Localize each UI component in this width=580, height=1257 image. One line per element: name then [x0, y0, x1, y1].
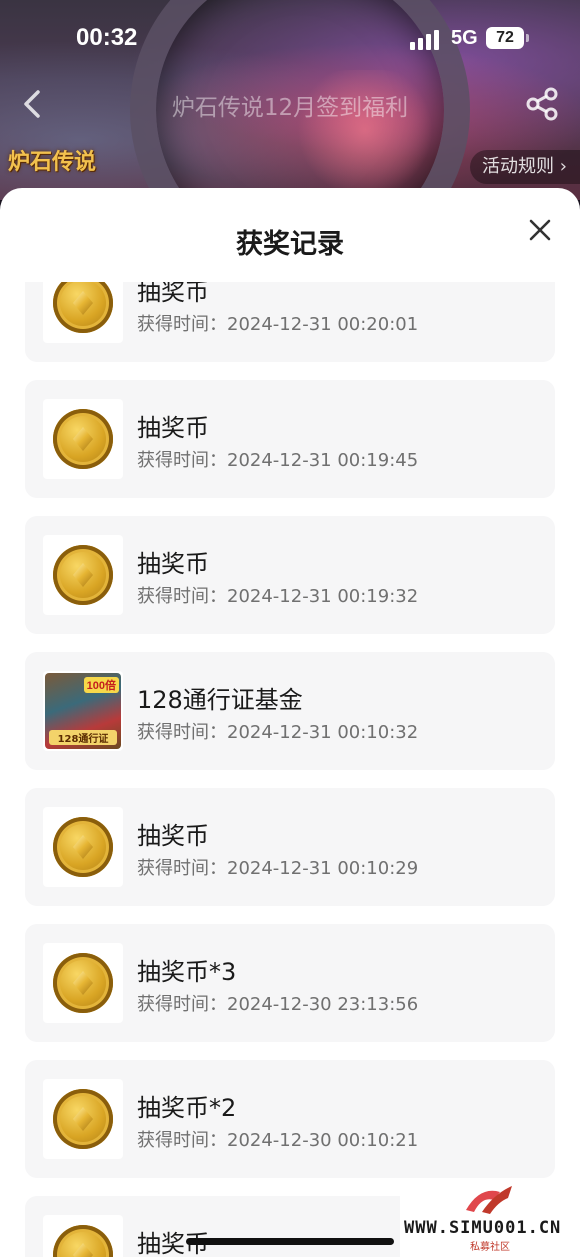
record-name: 抽奖币 — [137, 282, 209, 306]
record-thumbnail — [43, 1215, 123, 1257]
record-time: 获得时间：2024-12-30 23:13:56 — [137, 994, 419, 1015]
game-logo: 炉石传说 — [8, 149, 97, 175]
record-name: 抽奖币*3 — [137, 958, 237, 986]
record-item: 100倍 128通行证 128通行证基金获得时间：2024-12-31 00:10:… — [25, 652, 555, 770]
record-thumbnail: 100倍 128通行证 — [43, 671, 123, 751]
coin-emblem — [73, 563, 93, 587]
coin-emblem — [73, 1107, 93, 1131]
close-icon — [529, 219, 551, 241]
record-time: 获得时间：2024-12-31 00:19:45 — [137, 450, 419, 471]
record-item: 抽奖币*3 获得时间：2024-12-30 23:13:56 — [25, 924, 555, 1042]
record-list[interactable]: 抽奖币 获得时间：2024-12-31 00:20:01 抽奖币 获得时间：2024-… — [0, 282, 580, 1257]
record-name: 抽奖币*2 — [137, 1094, 237, 1122]
network-type: 5G — [451, 27, 478, 49]
record-item: 抽奖币获得时间：2024-12-31 00:19:32 — [25, 516, 555, 634]
record-time: 获得时间：2024-12-30 00:10:21 — [137, 1130, 419, 1151]
record-item: 抽奖币获得时间：2024-12-31 00:10:29 — [25, 788, 555, 906]
watermark-logo-icon — [466, 1186, 512, 1214]
pass-label: 128通行证 — [49, 730, 117, 745]
sheet-title: 获奖记录 — [236, 229, 344, 260]
watermark: WWW.SIMU001.CN 私募社区 — [400, 1180, 580, 1257]
coin-emblem — [73, 835, 93, 859]
coin-icon — [53, 282, 113, 333]
status-bar: 00:32 5G 72 — [0, 0, 580, 80]
record-thumbnail — [43, 807, 123, 887]
record-thumbnail — [43, 1079, 123, 1159]
record-time: 获得时间：2024-12-31 00:19:32 — [137, 586, 419, 607]
coin-icon — [53, 1089, 113, 1149]
coin-icon — [53, 545, 113, 605]
record-thumbnail — [43, 943, 123, 1023]
coin-emblem — [73, 971, 93, 995]
coin-emblem — [73, 291, 93, 315]
share-button[interactable] — [524, 86, 560, 122]
record-name: 128通行证基金 — [137, 686, 303, 714]
record-name: 抽奖币 — [137, 414, 209, 442]
record-item: 抽奖币获得时间：2024-12-31 00:20:01 — [25, 282, 555, 362]
pass-badge: 100倍 — [83, 677, 119, 693]
battery-icon: 72 — [486, 27, 524, 49]
record-thumbnail — [43, 399, 123, 479]
activity-rules-button[interactable]: 活动规则 › — [470, 150, 580, 184]
battery-tip — [526, 34, 529, 42]
share-icon — [526, 87, 558, 121]
signal-icon — [410, 28, 442, 50]
record-time: 获得时间：2024-12-31 00:20:01 — [137, 314, 419, 335]
home-indicator[interactable] — [186, 1238, 394, 1245]
watermark-sub: 私募社区 — [470, 1242, 510, 1253]
record-name: 抽奖币 — [137, 822, 209, 850]
prize-record-sheet: 获奖记录 抽奖币 获得时间：2024-12-31 00:20:01 抽奖币 获得时间：… — [0, 188, 580, 1257]
record-thumbnail — [43, 535, 123, 615]
record-time: 获得时间：2024-12-31 00:10:29 — [137, 858, 419, 879]
battle-pass-icon: 100倍 128通行证 — [45, 673, 121, 749]
coin-icon — [53, 409, 113, 469]
coin-emblem — [73, 427, 93, 451]
coin-icon — [53, 817, 113, 877]
page-title: 炉石传说12月签到福利 — [171, 95, 409, 121]
record-time: 获得时间：2024-12-31 00:10:32 — [137, 722, 419, 743]
watermark-site: WWW.SIMU001.CN — [404, 1218, 562, 1238]
record-item: 抽奖币获得时间：2024-12-31 00:19:45 — [25, 380, 555, 498]
status-time: 00:32 — [76, 24, 138, 51]
coin-icon — [53, 953, 113, 1013]
coin-icon — [53, 1225, 113, 1257]
record-name: 抽奖币 — [137, 550, 209, 578]
record-item: 抽奖币*2 获得时间：2024-12-30 00:10:21 — [25, 1060, 555, 1178]
record-thumbnail — [43, 282, 123, 343]
coin-emblem — [73, 1243, 93, 1257]
close-button[interactable] — [526, 216, 554, 244]
